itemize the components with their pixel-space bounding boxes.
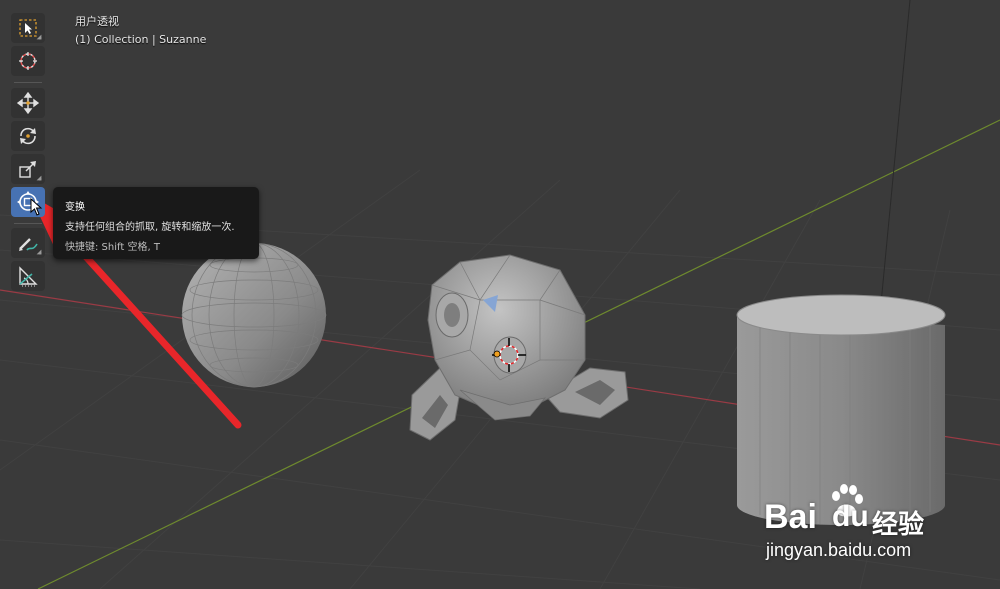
tooltip-popup: 变换 支持任何组合的抓取, 旋转和缩放一次. 快捷键: Shift 空格, T bbox=[53, 187, 259, 259]
select-box-icon bbox=[19, 19, 37, 37]
z-light-line bbox=[877, 0, 911, 336]
tool-move-button[interactable] bbox=[11, 88, 45, 118]
tooltip-description: 支持任何组合的抓取, 旋转和缩放一次. bbox=[65, 222, 235, 233]
collection-info-label: (1) Collection | Suzanne bbox=[75, 33, 207, 46]
tool-measure-button[interactable] bbox=[11, 261, 45, 291]
tool-cursor-button[interactable] bbox=[11, 46, 45, 76]
mouse-pointer-icon bbox=[30, 198, 43, 216]
measure-ruler-icon bbox=[19, 266, 38, 287]
tool-transform-button[interactable] bbox=[11, 187, 45, 217]
tool-rotate-button[interactable] bbox=[11, 121, 45, 151]
move-arrows-icon bbox=[17, 92, 39, 114]
uv-sphere[interactable] bbox=[181, 242, 327, 388]
watermark-brand-left: Bai bbox=[764, 498, 817, 536]
baidu-watermark: Bai du 经验 jingyan.baidu.com bbox=[762, 480, 962, 570]
view-name-label: 用户透视 bbox=[75, 15, 119, 28]
watermark-brand-right: du bbox=[832, 500, 869, 533]
rotate-icon bbox=[20, 127, 36, 145]
scale-icon bbox=[19, 161, 36, 178]
watermark-url: jingyan.baidu.com bbox=[766, 540, 912, 560]
tooltip-title: 变换 bbox=[65, 202, 85, 213]
watermark-brand-cn: 经验 bbox=[872, 509, 925, 539]
tool-scale-button[interactable] bbox=[11, 154, 45, 184]
tool-annotate-button[interactable] bbox=[11, 228, 45, 258]
cursor-crosshair-icon bbox=[19, 52, 37, 70]
tooltip-shortcut: 快捷键: Shift 空格, T bbox=[65, 242, 160, 253]
suzanne-monkey[interactable] bbox=[409, 254, 629, 441]
tool-select-box-button[interactable] bbox=[11, 13, 45, 43]
